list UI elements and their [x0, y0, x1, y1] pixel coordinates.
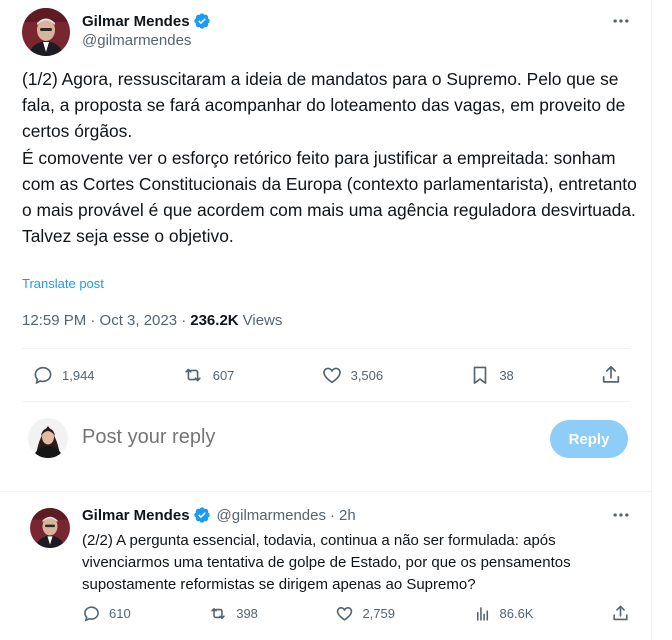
author-avatar[interactable]: [30, 508, 70, 548]
translate-post-link[interactable]: Translate post: [22, 276, 104, 291]
thread-reply-post[interactable]: Gilmar Mendes @gilmarmendes · 2h (2/2) A…: [0, 491, 652, 640]
post-actions-bar: 610 398 2,759 86.6K: [82, 604, 630, 623]
like-count: 2,759: [362, 606, 395, 621]
repost-button[interactable]: 607: [181, 364, 235, 386]
more-options-icon[interactable]: [610, 10, 632, 32]
author-avatar[interactable]: [22, 8, 70, 56]
analytics-icon: [476, 607, 488, 621]
reply-button[interactable]: 610: [82, 604, 131, 623]
post-time[interactable]: 2h: [339, 507, 356, 524]
author-name[interactable]: Gilmar Mendes: [82, 507, 190, 524]
share-icon: [602, 365, 620, 383]
author-handle[interactable]: @gilmarmendes: [82, 32, 191, 49]
bookmark-icon: [473, 366, 487, 384]
reply-icon: [84, 606, 99, 622]
repost-icon: [185, 368, 201, 382]
more-options-icon[interactable]: [610, 504, 632, 526]
reply-button[interactable]: 1,944: [32, 364, 95, 386]
bookmark-count: 38: [499, 367, 514, 383]
verified-badge-icon: [193, 12, 211, 30]
reply-composer: Reply: [22, 412, 632, 468]
heart-icon: [322, 367, 341, 384]
verified-badge-icon: [193, 506, 211, 524]
share-icon: [613, 605, 628, 621]
like-button[interactable]: 2,759: [335, 604, 395, 623]
repost-count: 398: [236, 606, 258, 621]
author-name[interactable]: Gilmar Mendes: [82, 13, 190, 30]
views-count: 236.2K: [190, 312, 239, 329]
post-metadata: 12:59 PM · Oct 3, 2023 · 236.2K Views: [22, 312, 282, 329]
post-detail-panel: Gilmar Mendes @gilmarmendes (1/2) Agora,…: [0, 0, 652, 640]
heart-icon: [337, 607, 353, 621]
repost-count: 607: [212, 367, 235, 383]
post-header: Gilmar Mendes @gilmarmendes · 2h: [82, 506, 356, 524]
repost-icon: [211, 607, 225, 620]
separator: ·: [329, 506, 335, 524]
post-text: (2/2) A pergunta essencial, todavia, con…: [82, 532, 571, 593]
like-button[interactable]: 3,506: [321, 364, 384, 386]
author-handle[interactable]: @gilmarmendes: [217, 507, 326, 524]
user-avatar[interactable]: [28, 418, 68, 458]
author-name-row[interactable]: Gilmar Mendes: [82, 12, 211, 30]
reply-count: 610: [109, 606, 131, 621]
post-text: (1/2) Agora, ressuscitaram a ideia de ma…: [22, 66, 642, 249]
reply-input[interactable]: [82, 426, 462, 449]
post-text-line: Talvez seja esse o objetivo.: [22, 226, 234, 247]
reply-submit-button[interactable]: Reply: [550, 420, 628, 458]
share-button[interactable]: [600, 364, 622, 386]
post-text-line: É comovente ver o esforço retórico feito…: [22, 147, 637, 221]
post-timestamp[interactable]: 12:59 PM · Oct 3, 2023 ·: [22, 312, 186, 329]
reply-icon: [34, 366, 52, 385]
views-label: Views: [242, 312, 283, 329]
divider: [22, 401, 630, 402]
bookmark-button[interactable]: 38: [469, 364, 514, 386]
views-button[interactable]: 86.6K: [473, 604, 534, 623]
share-button[interactable]: [611, 604, 630, 623]
divider: [22, 348, 630, 349]
like-count: 3,506: [350, 367, 384, 383]
post-actions-bar: 1,944 607 3,506 38: [22, 364, 630, 386]
reply-count: 1,944: [62, 367, 95, 383]
post-text-line: (1/2) Agora, ressuscitaram a ideia de ma…: [22, 69, 626, 142]
views-count: 86.6K: [499, 606, 534, 621]
repost-button[interactable]: 398: [208, 604, 258, 623]
